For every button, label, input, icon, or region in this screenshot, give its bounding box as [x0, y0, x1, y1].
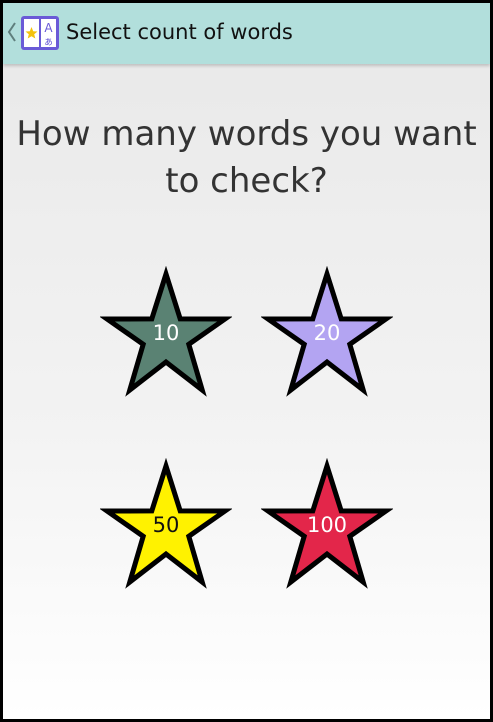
count-label: 50: [152, 513, 180, 537]
count-label: 10: [152, 321, 180, 345]
count-20-button[interactable]: 20: [261, 266, 393, 398]
svg-text:A: A: [44, 21, 53, 35]
question-text: How many words you want to check?: [3, 111, 490, 205]
count-50-button[interactable]: 50: [100, 458, 232, 590]
flashcard-book-icon[interactable]: A ぁ: [20, 15, 60, 51]
question-line-1: How many words you want: [16, 114, 477, 154]
chevron-left-icon[interactable]: [7, 20, 17, 44]
screen: A ぁ Select count of words How many words…: [3, 3, 490, 719]
count-100-button[interactable]: 100: [261, 458, 393, 590]
count-10-button[interactable]: 10: [100, 266, 232, 398]
svg-text:ぁ: ぁ: [44, 37, 54, 48]
question-line-2: to check?: [165, 161, 328, 201]
count-label: 20: [313, 321, 341, 345]
count-label: 100: [306, 513, 348, 537]
action-bar: A ぁ Select count of words: [3, 3, 490, 64]
page-title: Select count of words: [66, 20, 293, 44]
